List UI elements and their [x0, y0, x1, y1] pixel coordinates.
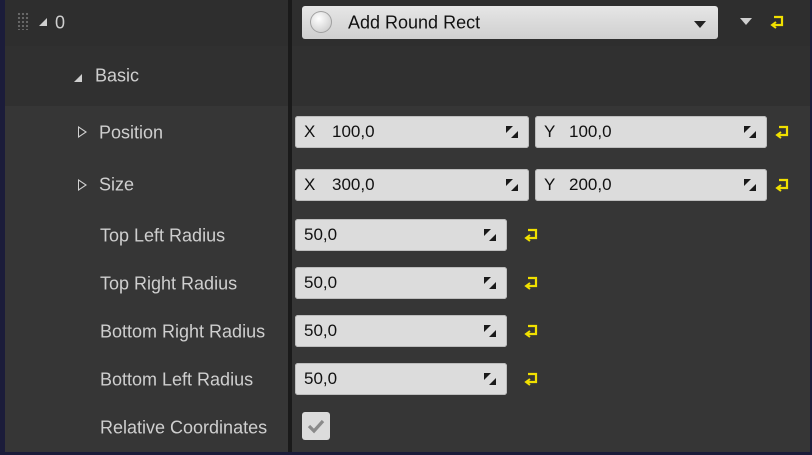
collapse-arrow-icon[interactable] [74, 74, 82, 82]
property-label: Top Left Radius [100, 225, 226, 245]
size-name-cell: Size [5, 159, 288, 211]
property-label: Bottom Right Radius [100, 321, 266, 342]
property-row-position: Position X 100,0 Y 100,0 [5, 106, 810, 159]
top-left-radius-field[interactable]: 50,0 [295, 219, 507, 251]
reset-arrow-icon[interactable] [524, 372, 540, 386]
position-y-field[interactable]: Y 100,0 [535, 116, 767, 148]
column-splitter[interactable] [288, 0, 292, 452]
top-right-radius-value-cell: 50,0 [292, 260, 810, 308]
axis-label-x: X [304, 175, 316, 194]
top-left-radius-name-cell: Top Left Radius [5, 211, 288, 260]
checkmark-icon [307, 419, 325, 434]
property-label: Size [99, 174, 135, 195]
bottom-right-radius-field[interactable]: 50,0 [295, 315, 507, 347]
reset-arrow-icon[interactable] [524, 228, 540, 242]
expand-arrow-icon[interactable] [39, 18, 47, 26]
chevron-down-icon [694, 21, 706, 28]
property-label: Top Right Radius [100, 273, 238, 294]
drag-value-icon[interactable] [483, 372, 497, 386]
array-element-name-cell: 0 [5, 0, 288, 46]
drag-value-icon[interactable] [505, 178, 519, 192]
property-row-top-right-radius: Top Right Radius 50,0 [5, 260, 810, 308]
drag-value-icon[interactable] [483, 276, 497, 290]
top-right-radius-value: 50,0 [304, 273, 338, 292]
drag-value-icon[interactable] [505, 125, 519, 139]
expand-arrow-icon[interactable] [78, 126, 87, 138]
property-row-size: Size X 300,0 Y 200,0 [5, 159, 810, 211]
category-label: Basic [95, 65, 140, 86]
array-index-label: 0 [55, 12, 66, 33]
action-combo-box[interactable]: Add Round Rect [302, 6, 718, 39]
axis-label-y: Y [544, 175, 556, 194]
drag-value-icon[interactable] [743, 178, 757, 192]
position-name-cell: Position [5, 106, 288, 159]
bottom-right-radius-name-cell: Bottom Right Radius [5, 308, 288, 356]
details-panel: 0 Add Round Rect Basic Position X 100,0 … [5, 0, 810, 452]
relative-coordinates-checkbox[interactable] [302, 412, 330, 440]
position-value-cell: X 100,0 Y 100,0 [292, 106, 810, 159]
drag-value-icon[interactable] [743, 125, 757, 139]
property-label: Position [99, 122, 164, 142]
category-row-basic[interactable]: Basic [5, 46, 810, 106]
property-row-bottom-right-radius: Bottom Right Radius 50,0 [5, 308, 810, 356]
action-combo-value: Add Round Rect [348, 12, 481, 32]
reset-arrow-icon[interactable] [524, 324, 540, 338]
property-label: Bottom Left Radius [100, 369, 254, 390]
reset-arrow-icon[interactable] [770, 15, 786, 29]
property-row-top-left-radius: Top Left Radius 50,0 [5, 211, 810, 260]
position-y-value: 100,0 [569, 122, 612, 141]
relative-coordinates-value-cell [292, 404, 810, 452]
drag-value-icon[interactable] [483, 228, 497, 242]
size-y-field[interactable]: Y 200,0 [535, 169, 767, 201]
bottom-left-radius-field[interactable]: 50,0 [295, 363, 507, 395]
size-value-cell: X 300,0 Y 200,0 [292, 159, 810, 211]
array-element-row: 0 Add Round Rect [5, 0, 810, 46]
drag-grip-icon[interactable] [17, 12, 29, 30]
reset-arrow-icon[interactable] [524, 276, 540, 290]
size-y-value: 200,0 [569, 175, 612, 194]
category-name-cell: Basic [5, 46, 288, 106]
size-x-value: 300,0 [332, 175, 375, 194]
property-row-relative-coordinates: Relative Coordinates [5, 404, 810, 452]
relative-coordinates-name-cell: Relative Coordinates [5, 404, 288, 452]
property-label: Relative Coordinates [100, 417, 268, 438]
top-right-radius-name-cell: Top Right Radius [5, 260, 288, 308]
array-element-value-cell: Add Round Rect [292, 0, 810, 46]
element-options-chevron-icon[interactable] [740, 18, 752, 25]
radio-circle-icon [310, 11, 332, 33]
axis-label-y: Y [544, 122, 556, 141]
bottom-left-radius-name-cell: Bottom Left Radius [5, 356, 288, 404]
property-row-bottom-left-radius: Bottom Left Radius 50,0 [5, 356, 810, 404]
position-x-field[interactable]: X 100,0 [295, 116, 529, 148]
bottom-right-radius-value-cell: 50,0 [292, 308, 810, 356]
drag-value-icon[interactable] [483, 324, 497, 338]
size-x-field[interactable]: X 300,0 [295, 169, 529, 201]
expand-arrow-icon[interactable] [78, 179, 87, 191]
position-x-value: 100,0 [332, 122, 375, 141]
reset-arrow-icon[interactable] [775, 178, 791, 192]
reset-arrow-icon[interactable] [775, 125, 791, 139]
bottom-left-radius-value-cell: 50,0 [292, 356, 810, 404]
top-right-radius-field[interactable]: 50,0 [295, 267, 507, 299]
bottom-right-radius-value: 50,0 [304, 321, 338, 340]
bottom-left-radius-value: 50,0 [304, 369, 338, 388]
axis-label-x: X [304, 122, 316, 141]
top-left-radius-value: 50,0 [304, 225, 338, 244]
top-left-radius-value-cell: 50,0 [292, 211, 810, 260]
